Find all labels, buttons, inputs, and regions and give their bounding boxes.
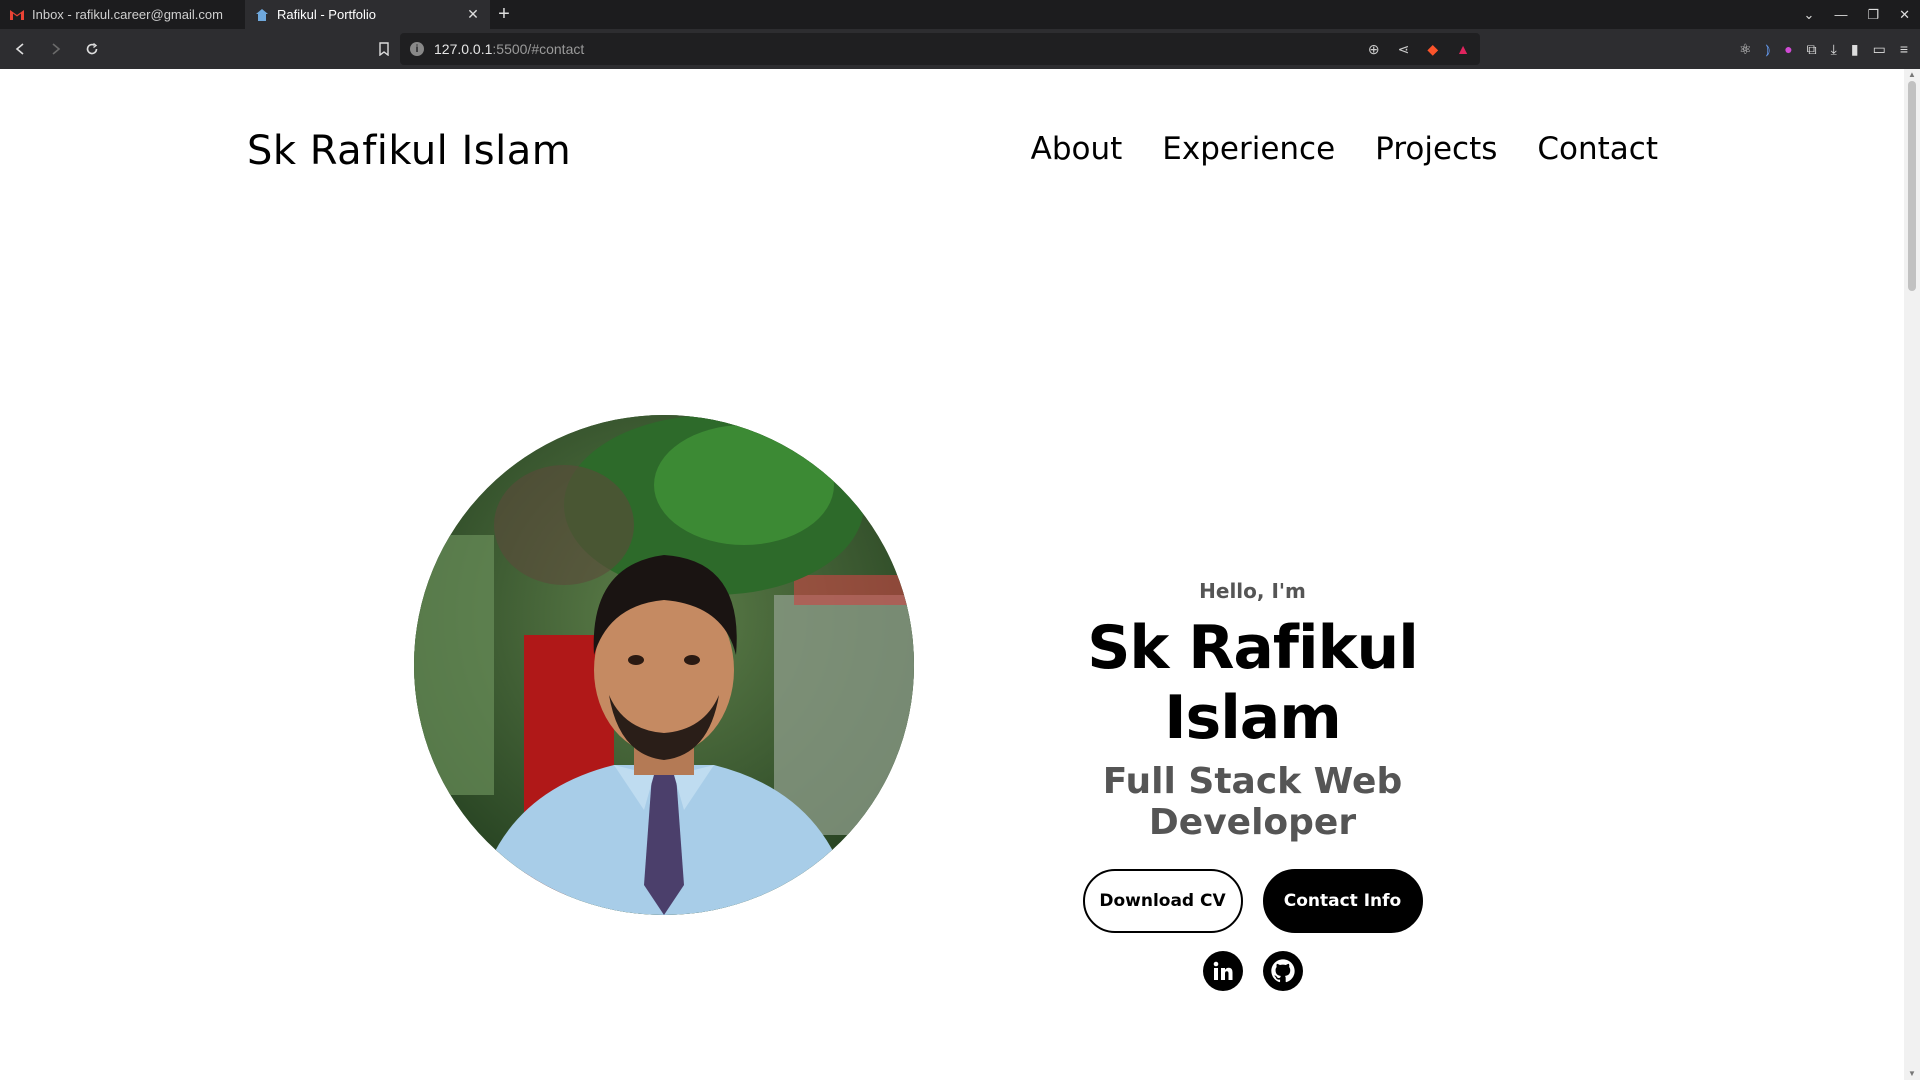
nav-projects[interactable]: Projects (1375, 131, 1497, 167)
hero-section: Hello, I'm Sk Rafikul Islam Full Stack W… (1000, 509, 1505, 991)
linkedin-icon[interactable] (1202, 951, 1243, 991)
url-path: :5500/#contact (492, 41, 585, 57)
back-icon[interactable] (4, 33, 36, 65)
wallet-icon[interactable]: ▭ (1873, 41, 1886, 58)
download-cv-button[interactable]: Download CV (1082, 869, 1243, 933)
tab-portfolio[interactable]: Rafikul - Portfolio ✕ (245, 0, 490, 29)
minimize-icon[interactable]: — (1834, 7, 1847, 22)
scroll-down-icon[interactable]: ▼ (1904, 1068, 1920, 1080)
page-viewport: Sk Rafikul Islam About Experience Projec… (0, 69, 1904, 1080)
scroll-up-icon[interactable]: ▲ (1904, 69, 1920, 81)
reload-icon[interactable] (76, 33, 108, 65)
close-window-icon[interactable]: ✕ (1899, 7, 1910, 23)
nav-experience[interactable]: Experience (1162, 131, 1335, 167)
site-brand[interactable]: Sk Rafikul Islam (247, 128, 571, 174)
address-bar[interactable]: i 127.0.0.1:5500/#contact ⊕ ⋖ ◆ ▲ (400, 33, 1480, 65)
address-bar-actions: ⊕ ⋖ ◆ ▲ (1368, 33, 1470, 65)
tab-list-icon[interactable]: ⌄ (1804, 7, 1815, 23)
url-host: 127.0.0.1 (434, 41, 493, 57)
zoom-icon[interactable]: ⊕ (1368, 41, 1380, 58)
bookmark-icon[interactable] (368, 33, 400, 65)
extensions-puzzle-icon[interactable]: ⧉ (1807, 41, 1817, 58)
github-icon[interactable] (1262, 951, 1303, 991)
page-scrollbar[interactable]: ▲ ▼ (1904, 69, 1920, 1080)
tab-inbox[interactable]: Inbox - rafikul.career@gmail.com (0, 0, 245, 29)
browser-tabbar: Inbox - rafikul.career@gmail.com Rafikul… (0, 0, 1920, 29)
menu-icon[interactable]: ≡ (1900, 41, 1908, 57)
site-info-icon[interactable]: i (410, 42, 424, 56)
restore-icon[interactable]: ❐ (1867, 7, 1879, 23)
social-links (1000, 951, 1505, 991)
scrollbar-thumb[interactable] (1908, 81, 1916, 291)
extension-avatar-icon[interactable]: ● (1784, 41, 1792, 57)
brave-shield-icon[interactable]: ◆ (1427, 41, 1438, 58)
extension-icons: ⚛ ⦆ ● ⧉ ⤓ ▮ ▭ ≡ (1739, 33, 1908, 65)
share-icon[interactable]: ⋖ (1398, 41, 1410, 58)
nav-about[interactable]: About (1031, 131, 1123, 167)
sidebar-icon[interactable]: ▮ (1851, 41, 1859, 58)
window-controls: ⌄ — ❐ ✕ (1804, 0, 1910, 29)
hero-name: Sk Rafikul Islam (1087, 613, 1419, 753)
profile-photo (414, 415, 914, 915)
tab-title: Inbox - rafikul.career@gmail.com (32, 7, 223, 22)
nav-contact[interactable]: Contact (1537, 131, 1658, 167)
main-nav: About Experience Projects Contact (1031, 131, 1658, 167)
brave-rewards-icon[interactable]: ▲ (1456, 41, 1470, 57)
download-icon[interactable]: ⤓ (1831, 41, 1837, 58)
audio-extension-icon[interactable]: ⦆ (1766, 41, 1771, 58)
tab-title: Rafikul - Portfolio (277, 7, 376, 22)
browser-toolbar: i 127.0.0.1:5500/#contact ⊕ ⋖ ◆ ▲ ⚛ ⦆ ● … (0, 29, 1920, 69)
hero-greeting: Hello, I'm (1199, 579, 1306, 603)
forward-icon[interactable] (40, 33, 72, 65)
hero-buttons: Download CV Contact Info (1000, 869, 1505, 933)
gmail-icon (10, 8, 24, 22)
close-tab-icon[interactable]: ✕ (466, 6, 480, 23)
new-tab-button[interactable]: + (490, 0, 518, 29)
home-icon (255, 8, 269, 22)
hero-role: Full Stack Web Developer (1102, 761, 1403, 843)
react-devtools-icon[interactable]: ⚛ (1739, 41, 1752, 58)
contact-info-button[interactable]: Contact Info (1262, 869, 1423, 933)
